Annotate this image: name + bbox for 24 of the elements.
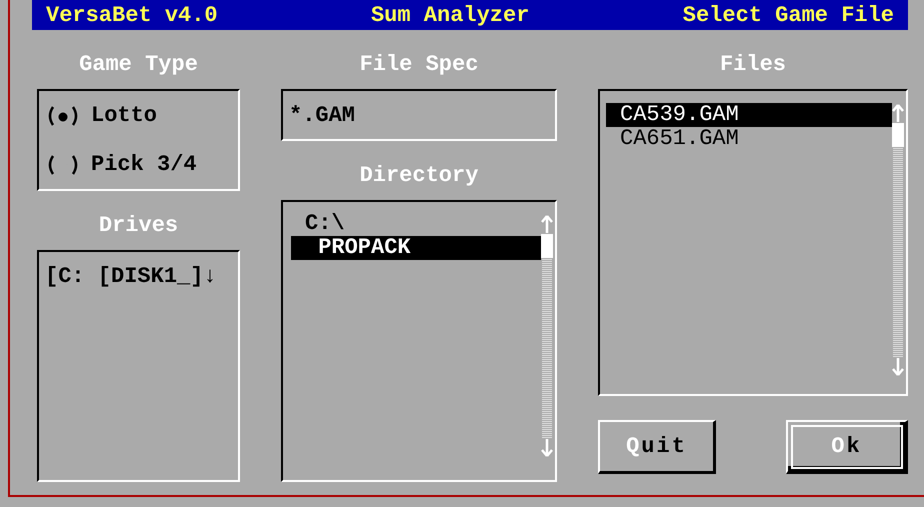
section-label: File Spec — [360, 52, 478, 78]
quit-button[interactable]: Quit — [598, 420, 716, 474]
section-label: Game Type — [79, 52, 198, 78]
file-spec-field[interactable]: *.GAM — [281, 89, 557, 141]
up-arrow-icon[interactable] — [892, 103, 904, 123]
radio-label: Pick 3/4 — [91, 152, 197, 177]
down-arrow-icon[interactable] — [892, 357, 904, 377]
scroll-thumb[interactable] — [541, 234, 553, 258]
scroll-thumb[interactable] — [892, 123, 904, 147]
app-title: VersaBet v4.0 — [46, 2, 218, 28]
up-arrow-icon[interactable] — [541, 214, 553, 234]
ok-button[interactable]: Ok — [786, 420, 908, 474]
file-item[interactable]: CA651.GAM — [606, 127, 892, 151]
module-title: Sum Analyzer — [370, 2, 530, 28]
file-item[interactable]: CA539.GAM — [606, 103, 892, 127]
drive-item[interactable]: [C: [DISK1_]↓ — [45, 264, 217, 289]
directory-item[interactable]: PROPACK — [291, 236, 541, 260]
screen-title: Select Game File — [682, 2, 894, 28]
down-arrow-icon[interactable] — [541, 438, 553, 458]
directory-item[interactable]: C:\ — [291, 212, 541, 236]
section-label: Drives — [98, 213, 178, 239]
radio-label: Lotto — [91, 103, 158, 128]
section-label: Files — [720, 52, 786, 78]
section-label: Directory — [360, 163, 478, 189]
